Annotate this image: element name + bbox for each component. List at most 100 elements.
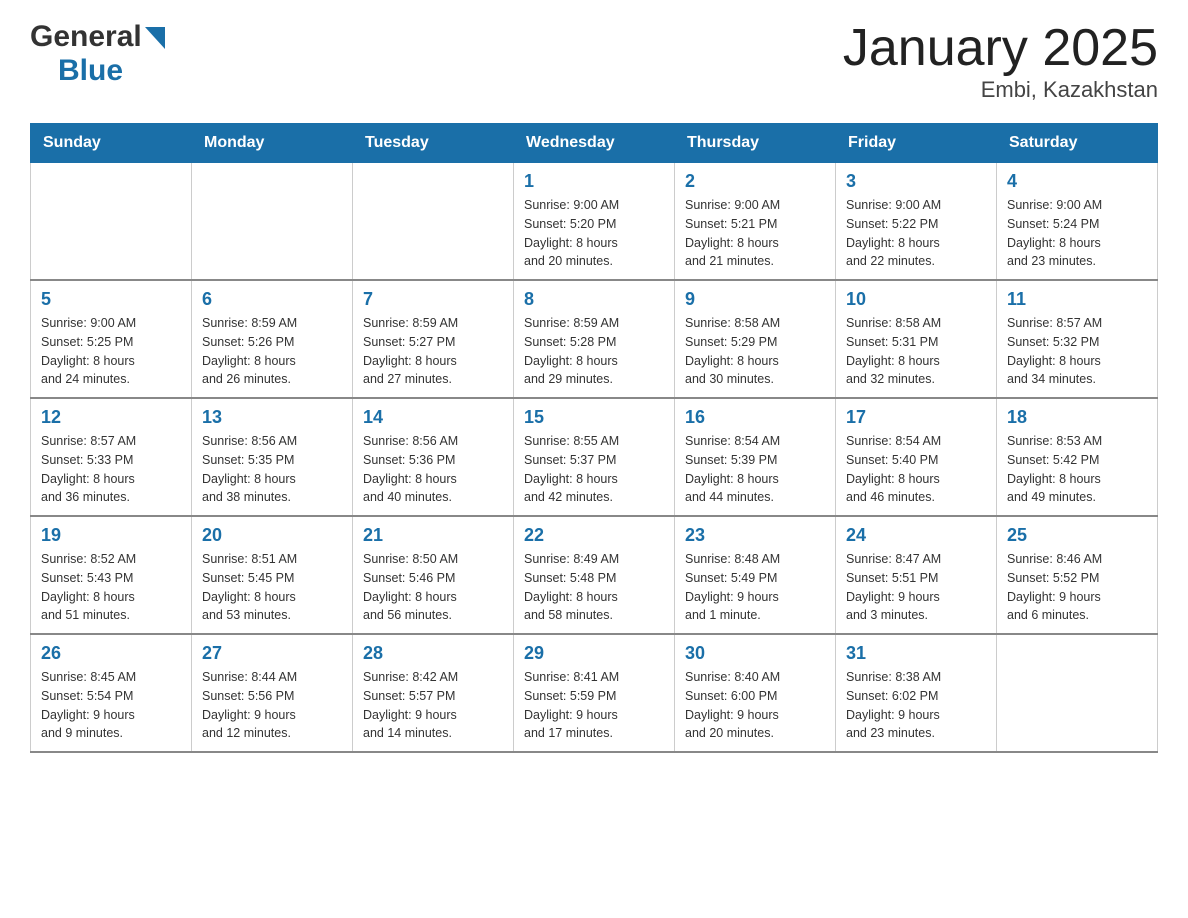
day-number: 11	[1007, 289, 1147, 310]
week-row-4: 19 Sunrise: 8:52 AM Sunset: 5:43 PM Dayli…	[31, 516, 1158, 634]
day-number: 25	[1007, 525, 1147, 546]
week-row-2: 5Sunrise: 9:00 AM Sunset: 5:25 PM Daylig…	[31, 280, 1158, 398]
day-info: Sunrise: 8:46 AM Sunset: 5:52 PM Dayligh…	[1007, 550, 1147, 625]
day-number: 29	[524, 643, 664, 664]
calendar-cell: 20 Sunrise: 8:51 AM Sunset: 5:45 PM Dayli…	[192, 516, 353, 634]
day-info: Sunrise: 9:00 AM Sunset: 5:21 PM Dayligh…	[685, 196, 825, 271]
day-number: 6	[202, 289, 342, 310]
day-header-thursday: Thursday	[675, 124, 836, 163]
day-number: 26	[41, 643, 181, 664]
day-number: 7	[363, 289, 503, 310]
day-info: Sunrise: 8:51 AM Sunset: 5:45 PM Dayligh…	[202, 550, 342, 625]
day-number: 2	[685, 171, 825, 192]
day-number: 24	[846, 525, 986, 546]
calendar-cell: 10 Sunrise: 8:58 AM Sunset: 5:31 PM Dayli…	[836, 280, 997, 398]
day-number: 27	[202, 643, 342, 664]
calendar-cell: 31Sunrise: 8:38 AM Sunset: 6:02 PM Dayli…	[836, 634, 997, 752]
day-number: 21	[363, 525, 503, 546]
calendar-cell: 1Sunrise: 9:00 AM Sunset: 5:20 PM Daylig…	[514, 163, 675, 281]
logo: General Blue	[30, 20, 165, 88]
calendar-table: SundayMondayTuesdayWednesdayThursdayFrid…	[30, 123, 1158, 753]
day-info: Sunrise: 8:52 AM Sunset: 5:43 PM Dayligh…	[41, 550, 181, 625]
day-info: Sunrise: 8:56 AM Sunset: 5:36 PM Dayligh…	[363, 432, 503, 507]
calendar-cell: 18Sunrise: 8:53 AM Sunset: 5:42 PM Dayli…	[997, 398, 1158, 516]
day-info: Sunrise: 8:57 AM Sunset: 5:33 PM Dayligh…	[41, 432, 181, 507]
calendar-cell: 16 Sunrise: 8:54 AM Sunset: 5:39 PM Dayli…	[675, 398, 836, 516]
week-row-3: 12 Sunrise: 8:57 AM Sunset: 5:33 PM Dayli…	[31, 398, 1158, 516]
day-number: 9	[685, 289, 825, 310]
calendar-cell	[353, 163, 514, 281]
day-info: Sunrise: 8:58 AM Sunset: 5:31 PM Dayligh…	[846, 314, 986, 389]
day-number: 15	[524, 407, 664, 428]
day-info: Sunrise: 8:59 AM Sunset: 5:27 PM Dayligh…	[363, 314, 503, 389]
day-info: Sunrise: 8:38 AM Sunset: 6:02 PM Dayligh…	[846, 668, 986, 743]
day-number: 10	[846, 289, 986, 310]
logo-general-text: General	[30, 20, 142, 54]
calendar-cell	[31, 163, 192, 281]
day-number: 12	[41, 407, 181, 428]
calendar-cell: 11Sunrise: 8:57 AM Sunset: 5:32 PM Dayli…	[997, 280, 1158, 398]
calendar-body: 1Sunrise: 9:00 AM Sunset: 5:20 PM Daylig…	[31, 163, 1158, 753]
calendar-cell: 28 Sunrise: 8:42 AM Sunset: 5:57 PM Dayli…	[353, 634, 514, 752]
day-info: Sunrise: 8:54 AM Sunset: 5:39 PM Dayligh…	[685, 432, 825, 507]
day-info: Sunrise: 8:47 AM Sunset: 5:51 PM Dayligh…	[846, 550, 986, 625]
day-info: Sunrise: 8:40 AM Sunset: 6:00 PM Dayligh…	[685, 668, 825, 743]
calendar-cell: 29 Sunrise: 8:41 AM Sunset: 5:59 PM Dayli…	[514, 634, 675, 752]
calendar-cell: 8Sunrise: 8:59 AM Sunset: 5:28 PM Daylig…	[514, 280, 675, 398]
page-title: January 2025	[843, 20, 1158, 77]
day-number: 22	[524, 525, 664, 546]
week-row-5: 26 Sunrise: 8:45 AM Sunset: 5:54 PM Dayli…	[31, 634, 1158, 752]
day-info: Sunrise: 8:48 AM Sunset: 5:49 PM Dayligh…	[685, 550, 825, 625]
calendar-cell: 9 Sunrise: 8:58 AM Sunset: 5:29 PM Daylig…	[675, 280, 836, 398]
day-info: Sunrise: 8:59 AM Sunset: 5:26 PM Dayligh…	[202, 314, 342, 389]
day-number: 30	[685, 643, 825, 664]
day-header-monday: Monday	[192, 124, 353, 163]
day-header-sunday: Sunday	[31, 124, 192, 163]
day-header-wednesday: Wednesday	[514, 124, 675, 163]
calendar-cell: 13 Sunrise: 8:56 AM Sunset: 5:35 PM Dayli…	[192, 398, 353, 516]
day-info: Sunrise: 8:58 AM Sunset: 5:29 PM Dayligh…	[685, 314, 825, 389]
calendar-cell: 25 Sunrise: 8:46 AM Sunset: 5:52 PM Dayli…	[997, 516, 1158, 634]
day-info: Sunrise: 8:49 AM Sunset: 5:48 PM Dayligh…	[524, 550, 664, 625]
calendar-cell: 23 Sunrise: 8:48 AM Sunset: 5:49 PM Dayli…	[675, 516, 836, 634]
days-of-week-row: SundayMondayTuesdayWednesdayThursdayFrid…	[31, 124, 1158, 163]
title-block: January 2025 Embi, Kazakhstan	[843, 20, 1158, 103]
calendar-cell	[192, 163, 353, 281]
calendar-cell: 21 Sunrise: 8:50 AM Sunset: 5:46 PM Dayli…	[353, 516, 514, 634]
day-number: 5	[41, 289, 181, 310]
day-number: 20	[202, 525, 342, 546]
calendar-cell: 12 Sunrise: 8:57 AM Sunset: 5:33 PM Dayli…	[31, 398, 192, 516]
day-number: 19	[41, 525, 181, 546]
page-subtitle: Embi, Kazakhstan	[843, 77, 1158, 103]
calendar-cell: 4 Sunrise: 9:00 AM Sunset: 5:24 PM Daylig…	[997, 163, 1158, 281]
calendar-cell	[997, 634, 1158, 752]
calendar-cell: 30 Sunrise: 8:40 AM Sunset: 6:00 PM Dayli…	[675, 634, 836, 752]
day-info: Sunrise: 8:42 AM Sunset: 5:57 PM Dayligh…	[363, 668, 503, 743]
day-number: 28	[363, 643, 503, 664]
day-info: Sunrise: 8:53 AM Sunset: 5:42 PM Dayligh…	[1007, 432, 1147, 507]
day-info: Sunrise: 8:50 AM Sunset: 5:46 PM Dayligh…	[363, 550, 503, 625]
day-info: Sunrise: 8:45 AM Sunset: 5:54 PM Dayligh…	[41, 668, 181, 743]
day-info: Sunrise: 9:00 AM Sunset: 5:24 PM Dayligh…	[1007, 196, 1147, 271]
day-info: Sunrise: 8:56 AM Sunset: 5:35 PM Dayligh…	[202, 432, 342, 507]
calendar-cell: 26 Sunrise: 8:45 AM Sunset: 5:54 PM Dayli…	[31, 634, 192, 752]
day-number: 16	[685, 407, 825, 428]
calendar-cell: 27Sunrise: 8:44 AM Sunset: 5:56 PM Dayli…	[192, 634, 353, 752]
day-number: 8	[524, 289, 664, 310]
day-info: Sunrise: 8:41 AM Sunset: 5:59 PM Dayligh…	[524, 668, 664, 743]
day-number: 13	[202, 407, 342, 428]
calendar-cell: 2 Sunrise: 9:00 AM Sunset: 5:21 PM Daylig…	[675, 163, 836, 281]
day-number: 23	[685, 525, 825, 546]
day-number: 3	[846, 171, 986, 192]
calendar-cell: 5Sunrise: 9:00 AM Sunset: 5:25 PM Daylig…	[31, 280, 192, 398]
calendar-header: SundayMondayTuesdayWednesdayThursdayFrid…	[31, 124, 1158, 163]
day-info: Sunrise: 8:55 AM Sunset: 5:37 PM Dayligh…	[524, 432, 664, 507]
page-header: General Blue January 2025 Embi, Kazakhst…	[30, 20, 1158, 103]
calendar-cell: 17Sunrise: 8:54 AM Sunset: 5:40 PM Dayli…	[836, 398, 997, 516]
calendar-cell: 15 Sunrise: 8:55 AM Sunset: 5:37 PM Dayli…	[514, 398, 675, 516]
day-number: 4	[1007, 171, 1147, 192]
day-info: Sunrise: 8:54 AM Sunset: 5:40 PM Dayligh…	[846, 432, 986, 507]
day-info: Sunrise: 9:00 AM Sunset: 5:20 PM Dayligh…	[524, 196, 664, 271]
calendar-cell: 19 Sunrise: 8:52 AM Sunset: 5:43 PM Dayli…	[31, 516, 192, 634]
logo-triangle-icon	[145, 27, 165, 54]
